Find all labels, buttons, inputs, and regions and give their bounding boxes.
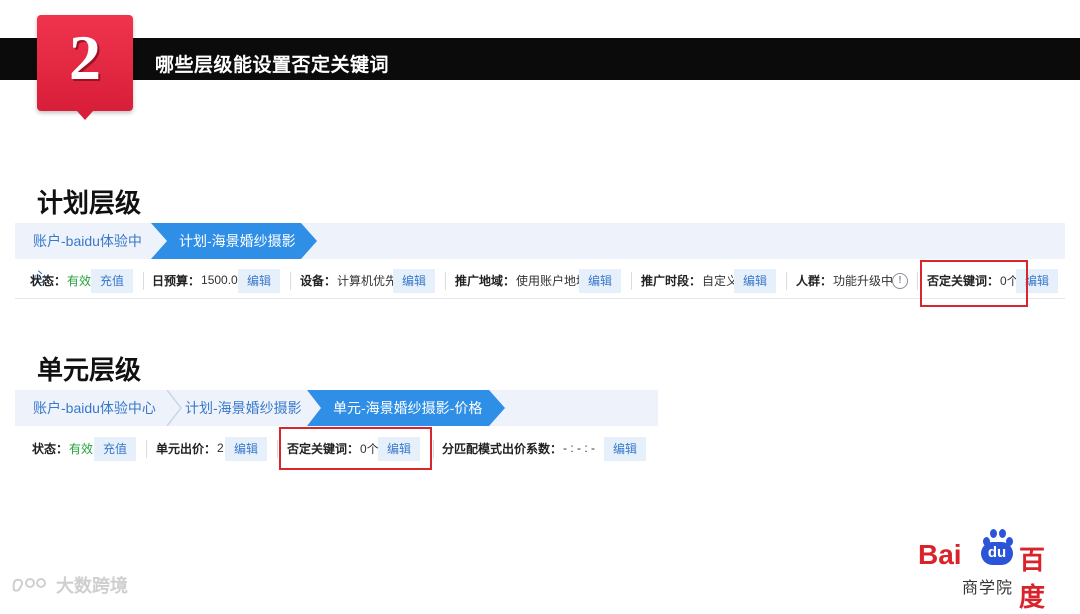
plan-status-value: 有效 (67, 273, 92, 288)
plan-device-edit-button[interactable]: 编辑 (393, 269, 436, 293)
unit-match-bid-field: 分匹配模式出价系数： - : - : - (442, 430, 595, 466)
plan-status-label: 状态： (30, 273, 67, 288)
watermark: 大数跨境 (10, 572, 128, 598)
unit-breadcrumb: 账户-baidu体验中心 计划-海景婚纱摄影 单元-海景婚纱摄影-价格 (15, 390, 658, 426)
unit-match-bid-edit-button[interactable]: 编辑 (604, 437, 647, 461)
plan-region-edit-button[interactable]: 编辑 (579, 269, 622, 293)
plan-budget-field: 日预算： 1500.00 (152, 262, 244, 298)
plan-region-label: 推广地域： (455, 273, 516, 288)
unit-match-bid-value: - : - : - (563, 441, 596, 455)
unit-status-value: 有效 (69, 441, 94, 456)
plan-device-field: 设备： 计算机优先 (300, 262, 397, 298)
logo-subtitle: 商学院 (962, 580, 1014, 597)
plan-negative-keywords-label: 否定关键词： (927, 273, 1000, 288)
unit-section-title: 单元层级 (37, 355, 142, 385)
divider (631, 272, 632, 290)
unit-bid-label: 单元出价： (156, 441, 217, 456)
divider (146, 440, 147, 458)
plan-negative-keywords-field: 否定关键词： 0个 (927, 262, 1019, 298)
badge-number: 2 (69, 22, 101, 93)
divider (143, 272, 144, 290)
plan-region-value: 使用账户地域 (516, 273, 589, 288)
plan-audience-field: 人群： 功能升级中 (796, 262, 893, 298)
plan-recharge-button[interactable]: 充值 (91, 269, 134, 293)
plan-schedule-label: 推广时段： (641, 273, 702, 288)
unit-recharge-button[interactable]: 充值 (94, 437, 137, 461)
unit-status-label: 状态： (32, 441, 69, 456)
plan-device-value: 计算机优先 (337, 273, 398, 288)
breadcrumb-plan[interactable]: 计划-海景婚纱摄影 (167, 390, 307, 426)
plan-negative-keywords-edit-button[interactable]: 编辑 (1016, 269, 1059, 293)
unit-negative-keywords-edit-button[interactable]: 编辑 (378, 437, 421, 461)
plan-device-label: 设备： (300, 273, 337, 288)
unit-negative-keywords-label: 否定关键词： (287, 441, 360, 456)
unit-bid-value: 2 (217, 441, 224, 455)
breadcrumb-account[interactable]: 账户-baidu体验中心 (15, 390, 163, 426)
plan-status-field: 状态： 有效 (30, 262, 91, 298)
plan-budget-label: 日预算： (152, 273, 201, 288)
divider (290, 272, 291, 290)
divider (433, 440, 434, 458)
logo-bai-text: Bai (918, 539, 962, 570)
plan-status-row: 状态： 有效 充值 日预算： 1500.00 编辑 设备： 计算机优先 编辑 推… (15, 262, 1065, 299)
plan-budget-edit-button[interactable]: 编辑 (238, 269, 281, 293)
logo-chinese-text: 百度 (1019, 545, 1046, 612)
info-icon[interactable]: ! (892, 273, 908, 289)
plan-schedule-field: 推广时段： 自定义 (641, 262, 738, 298)
unit-match-bid-label: 分匹配模式出价系数： (442, 441, 563, 456)
number-badge: 2 (37, 15, 133, 120)
plan-breadcrumb: 账户-baidu体验中心 计划-海景婚纱摄影 (15, 223, 1065, 285)
watermark-logo-icon (12, 578, 46, 592)
divider (917, 272, 918, 290)
divider (786, 272, 787, 290)
unit-negative-keywords-value: 0个 (360, 441, 379, 456)
divider (445, 272, 446, 290)
plan-schedule-value: 自定义 (702, 273, 739, 288)
unit-status-row: 状态： 有效 充值 单元出价： 2 编辑 否定关键词： 0个 编辑 分匹配模式出… (15, 430, 658, 466)
plan-region-field: 推广地域： 使用账户地域 (455, 262, 588, 298)
divider (277, 440, 278, 458)
watermark-text: 大数跨境 (56, 576, 128, 596)
plan-schedule-edit-button[interactable]: 编辑 (734, 269, 777, 293)
unit-bid-field: 单元出价： 2 (156, 430, 224, 466)
unit-status-field: 状态： 有效 (32, 430, 93, 466)
baidu-logo: Bai du 百度 商学院 (918, 525, 1068, 612)
plan-section-title: 计划层级 (37, 188, 142, 218)
logo-du-text: du (987, 544, 1007, 561)
unit-bid-edit-button[interactable]: 编辑 (225, 437, 268, 461)
header-title: 哪些层级能设置否定关键词 (155, 55, 390, 76)
unit-negative-keywords-field: 否定关键词： 0个 (287, 430, 379, 466)
plan-audience-value: 功能升级中 (833, 273, 894, 288)
plan-audience-label: 人群： (796, 273, 833, 288)
breadcrumb-account[interactable]: 账户-baidu体验中心 (15, 223, 155, 285)
breadcrumb-plan[interactable]: 计划-海景婚纱摄影 (151, 223, 317, 259)
breadcrumb-unit[interactable]: 单元-海景婚纱摄影-价格 (307, 390, 505, 426)
